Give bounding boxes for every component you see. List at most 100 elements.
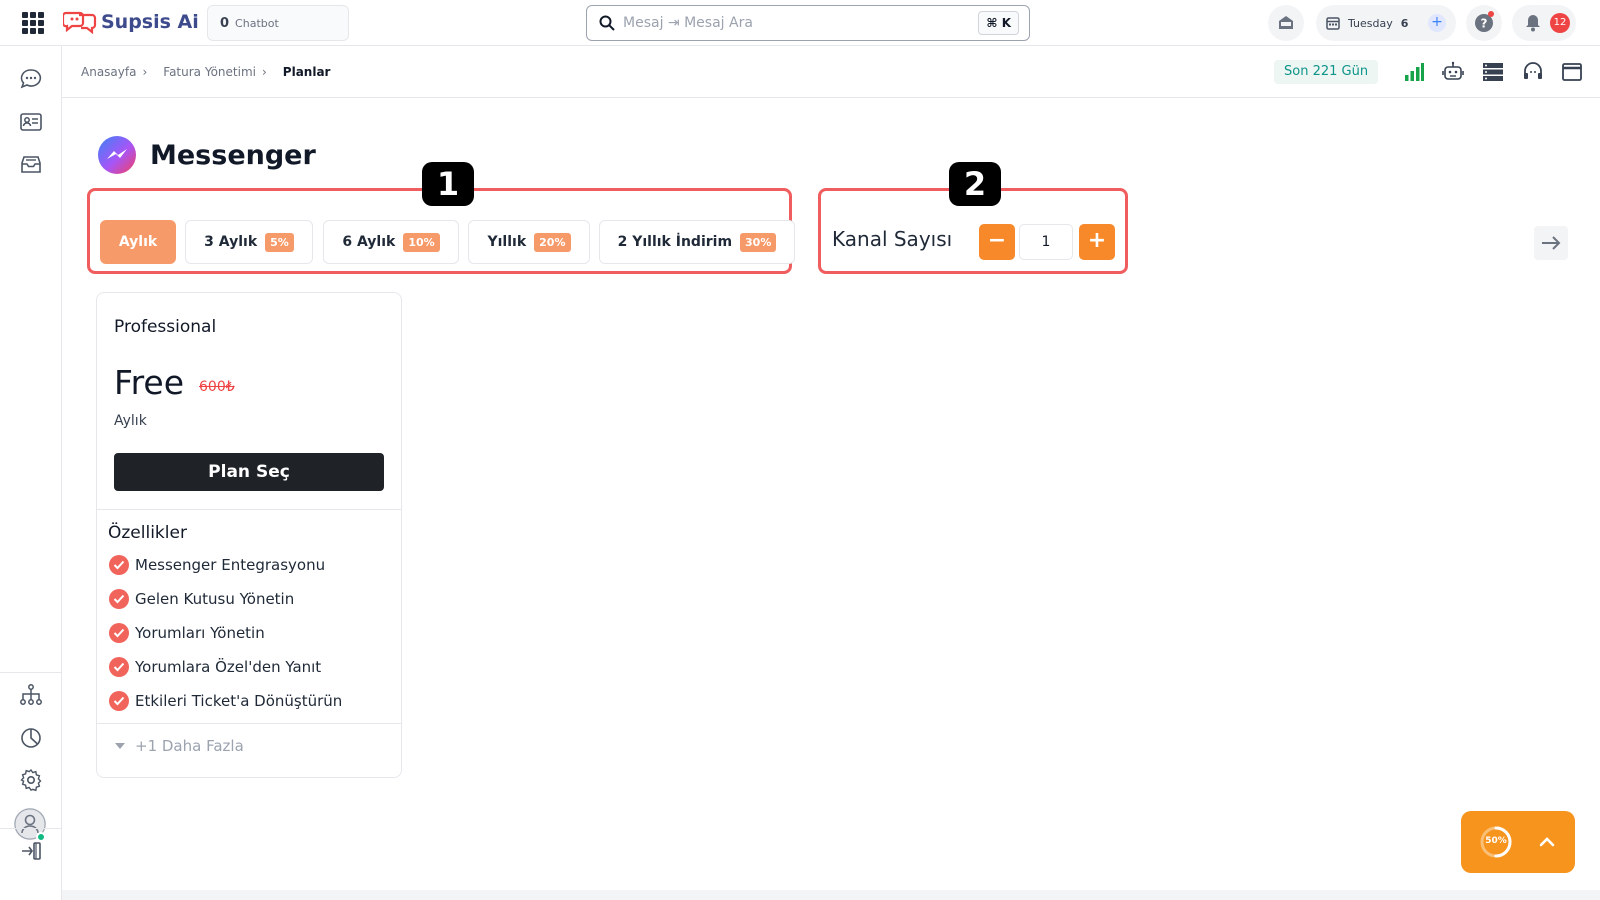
feature-label: Yorumları Yönetin — [135, 624, 265, 642]
bot-button[interactable] — [1441, 60, 1465, 84]
select-plan-button[interactable]: Plan Seç — [114, 453, 384, 491]
channel-increment-button[interactable]: + — [1079, 224, 1115, 260]
period-tab-2-years[interactable]: 2 Yıllık İndirim 30% — [599, 220, 795, 264]
sidebar-divider-bottom — [0, 828, 61, 829]
window-icon — [1562, 63, 1582, 81]
date-picker[interactable]: Tuesday 6 + — [1316, 5, 1456, 41]
apps-grid-icon[interactable] — [22, 12, 44, 34]
period-tab-label: 3 Aylık — [204, 234, 258, 250]
breadcrumb-item-home[interactable]: Anasayfa — [81, 65, 136, 79]
next-plan-button[interactable] — [1534, 226, 1568, 260]
plan-old-price: 600₺ — [199, 379, 235, 395]
logout-button[interactable] — [18, 838, 44, 864]
date-weekday: Tuesday — [1348, 16, 1393, 30]
chevron-up-icon[interactable] — [1535, 830, 1559, 854]
date-day: 6 — [1400, 16, 1409, 30]
period-tab-monthly[interactable]: Aylık — [100, 220, 176, 264]
highlight-number-2: 2 — [949, 162, 1001, 206]
search-box[interactable]: ⌘ K — [586, 5, 1030, 41]
breadcrumb: Anasayfa › Fatura Yönetimi › Planlar — [81, 65, 330, 79]
discount-badge: 20% — [534, 232, 571, 252]
mail-tray-icon — [1279, 16, 1293, 29]
onboarding-progress-widget[interactable]: 50% — [1461, 811, 1575, 873]
signal-bars-icon — [1405, 63, 1424, 81]
progress-percent: 50% — [1485, 836, 1507, 846]
robot-icon — [1442, 61, 1464, 80]
inbox-archive-icon — [21, 156, 41, 173]
chat-bubble-icon — [20, 69, 42, 89]
calendar-icon — [1326, 17, 1340, 30]
discount-badge: 5% — [265, 232, 294, 252]
days-range-badge[interactable]: Son 221 Gün — [1274, 60, 1379, 84]
chat-bubbles-logo-icon — [63, 11, 97, 35]
plan-name: Professional — [114, 317, 217, 337]
sidebar-item-flows[interactable] — [18, 682, 44, 708]
contact-card-icon — [20, 113, 42, 131]
chatbot-counter[interactable]: 0 Chatbot — [207, 5, 349, 41]
discount-badge: 10% — [403, 232, 440, 252]
channel-count-input[interactable] — [1019, 224, 1073, 260]
check-circle-icon — [109, 691, 129, 711]
gear-icon — [20, 768, 42, 792]
search-input[interactable] — [623, 12, 953, 34]
pie-chart-icon — [21, 728, 41, 748]
period-tab-label: 2 Yıllık İndirim — [617, 234, 733, 250]
plan-period: Aylık — [114, 413, 147, 429]
caret-down-icon — [115, 743, 125, 749]
breadcrumb-separator: › — [261, 65, 267, 79]
help-button[interactable]: ? — [1466, 5, 1502, 41]
feature-item: Messenger Entegrasyonu — [109, 555, 325, 575]
window-toggle-button[interactable] — [1560, 60, 1584, 84]
server-stack-icon — [1483, 63, 1503, 81]
sidebar-divider — [0, 672, 61, 673]
chatbot-count: 0 — [220, 15, 230, 31]
sidebar-item-contacts[interactable] — [18, 109, 44, 135]
brand-name: Supsis Ai — [101, 11, 199, 33]
search-icon — [599, 15, 615, 31]
show-more-features-button[interactable]: +1 Daha Fazla — [115, 737, 244, 755]
arrow-right-icon — [1542, 236, 1561, 250]
top-bar: Supsis Ai 0 Chatbot ⌘ K Tuesday 6 + ? — [0, 0, 1600, 46]
notifications-button[interactable]: 12 — [1512, 5, 1576, 41]
server-button[interactable] — [1481, 60, 1505, 84]
breadcrumb-item-billing[interactable]: Fatura Yönetimi — [163, 65, 256, 79]
main-content: Anasayfa › Fatura Yönetimi › Planlar Son… — [62, 46, 1600, 890]
page-header: Messenger — [98, 136, 316, 174]
breadcrumb-bar: Anasayfa › Fatura Yönetimi › Planlar Son… — [62, 46, 1600, 98]
plan-card-professional: Professional Free 600₺ Aylık Plan Seç Öz… — [96, 292, 402, 778]
period-tab-label: 6 Aylık — [342, 234, 396, 250]
period-tab-3-months[interactable]: 3 Aylık 5% — [185, 220, 313, 264]
brand-logo[interactable]: Supsis Ai — [63, 9, 199, 35]
feature-label: Etkileri Ticket'a Dönüştürün — [135, 692, 343, 710]
period-tab-yearly[interactable]: Yıllık 20% — [468, 220, 590, 264]
show-more-label: +1 Daha Fazla — [135, 737, 244, 755]
feature-item: Etkileri Ticket'a Dönüştürün — [109, 691, 342, 711]
messenger-bolt-icon — [107, 149, 127, 159]
signal-stats-button[interactable] — [1402, 60, 1426, 84]
search-shortcut: ⌘ K — [978, 11, 1019, 35]
period-tab-label: Aylık — [118, 234, 158, 250]
bell-icon — [1526, 15, 1540, 32]
sidebar-item-inbox[interactable] — [18, 152, 44, 178]
hierarchy-icon — [20, 684, 42, 705]
check-circle-icon — [109, 589, 129, 609]
add-event-button[interactable]: + — [1428, 14, 1446, 32]
sidebar-item-chats[interactable] — [18, 66, 44, 92]
left-sidebar — [0, 46, 62, 900]
discount-badge: 30% — [740, 232, 777, 252]
inbox-mail-button[interactable] — [1268, 5, 1304, 41]
channel-decrement-button[interactable]: − — [979, 224, 1015, 260]
check-circle-icon — [109, 555, 129, 575]
sidebar-item-reports[interactable] — [18, 725, 44, 751]
features-title: Özellikler — [108, 523, 187, 543]
feature-item: Yorumları Yönetin — [109, 623, 265, 643]
card-divider — [97, 723, 401, 724]
notification-count-badge: 12 — [1550, 13, 1570, 33]
page-title: Messenger — [150, 139, 316, 171]
highlight-number-1: 1 — [422, 162, 474, 206]
feature-item: Gelen Kutusu Yönetin — [109, 589, 294, 609]
period-tab-6-months[interactable]: 6 Aylık 10% — [323, 220, 459, 264]
sidebar-item-settings[interactable] — [18, 767, 44, 793]
check-circle-icon — [109, 623, 129, 643]
support-headset-button[interactable] — [1521, 60, 1545, 84]
